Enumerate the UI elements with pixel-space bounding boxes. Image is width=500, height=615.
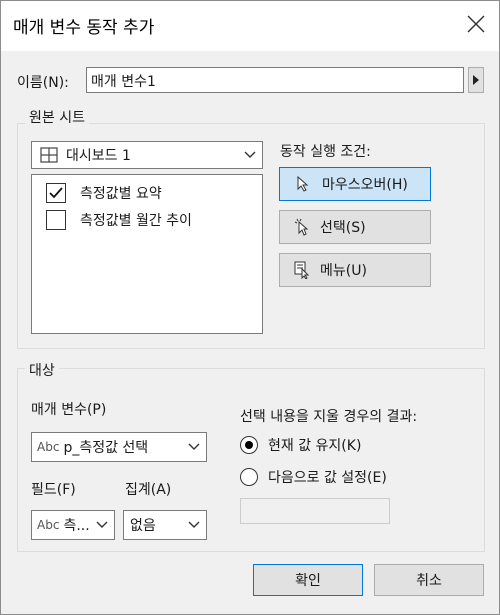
name-field[interactable]: 매개 변수1 xyxy=(86,67,464,93)
checkbox[interactable] xyxy=(46,183,66,203)
select-button-label: 선택(S) xyxy=(320,220,366,236)
radio-selected-dot xyxy=(245,441,253,449)
sheet-list: 측정값별 요약 측정값별 월간 추이 xyxy=(31,174,263,334)
hover-button[interactable]: 마우스오버(H) xyxy=(279,167,431,201)
radio-label: 현재 값 유지(K) xyxy=(268,438,362,454)
clear-selection-label: 선택 내용을 지울 경우의 결과: xyxy=(240,409,418,425)
aggregation-select-value: 없음 xyxy=(130,518,156,534)
sheet-item-monthly-trend[interactable]: 측정값별 월간 추이 xyxy=(46,210,192,230)
name-label: 이름(N): xyxy=(17,75,69,91)
menu-button[interactable]: 메뉴(U) xyxy=(279,253,431,287)
radio-label: 다음으로 값 설정(E) xyxy=(268,470,387,486)
menu-button-label: 메뉴(U) xyxy=(320,263,367,279)
chevron-down-icon xyxy=(188,521,200,528)
title-bar: 매개 변수 동작 추가 xyxy=(1,1,499,51)
set-value-input[interactable] xyxy=(240,498,390,524)
sheet-item-label: 측정값별 요약 xyxy=(80,186,162,202)
chevron-down-icon xyxy=(96,521,108,528)
source-sheets-label: 원본 시트 xyxy=(25,107,89,127)
chevron-down-icon xyxy=(188,443,200,450)
close-button[interactable] xyxy=(465,13,487,35)
field-select-value: 측... xyxy=(63,518,90,534)
run-condition-label: 동작 실행 조건: xyxy=(280,144,371,160)
parameter-select[interactable]: Abc p_측정값 선택 xyxy=(31,432,207,462)
sheet-item-summary[interactable]: 측정값별 요약 xyxy=(46,183,162,203)
name-options-button[interactable] xyxy=(468,67,484,93)
parameter-action-dialog: 매개 변수 동작 추가 이름(N): 매개 변수1 원본 시트 대시보드 1 측… xyxy=(0,0,500,615)
abc-type-icon: Abc xyxy=(37,518,60,532)
radio-set-value[interactable]: 다음으로 값 설정(E) xyxy=(240,467,387,487)
dashboard-select-value: 대시보드 1 xyxy=(66,148,131,164)
hover-pointer-icon xyxy=(297,176,309,192)
target-label: 대상 xyxy=(25,360,59,380)
menu-icon xyxy=(294,261,310,279)
cancel-button[interactable]: 취소 xyxy=(374,564,484,596)
field-select[interactable]: Abc 측... xyxy=(31,510,115,540)
radio-keep-current-value[interactable]: 현재 값 유지(K) xyxy=(240,435,361,455)
radio-button[interactable] xyxy=(240,436,258,454)
sheet-item-label: 측정값별 월간 추이 xyxy=(80,213,192,229)
chevron-down-icon xyxy=(244,151,256,158)
hover-button-label: 마우스오버(H) xyxy=(322,177,408,193)
select-click-icon xyxy=(294,218,309,236)
ok-button[interactable]: 확인 xyxy=(253,564,363,596)
checkbox[interactable] xyxy=(46,210,66,230)
parameter-select-value: p_측정값 선택 xyxy=(63,440,149,456)
checkmark-icon xyxy=(49,187,63,199)
name-value: 매개 변수1 xyxy=(91,74,156,90)
play-arrow-icon xyxy=(473,75,479,85)
dashboard-select[interactable]: 대시보드 1 xyxy=(31,141,263,169)
close-icon xyxy=(467,15,485,33)
radio-button[interactable] xyxy=(240,468,258,486)
select-button[interactable]: 선택(S) xyxy=(279,210,431,244)
parameter-label: 매개 변수(P) xyxy=(31,402,107,418)
aggregation-label: 집계(A) xyxy=(125,482,172,498)
dashboard-icon xyxy=(40,147,58,163)
aggregation-select[interactable]: 없음 xyxy=(123,510,207,540)
dialog-title: 매개 변수 동작 추가 xyxy=(13,18,155,38)
abc-type-icon: Abc xyxy=(37,440,60,454)
field-label: 필드(F) xyxy=(31,482,76,498)
